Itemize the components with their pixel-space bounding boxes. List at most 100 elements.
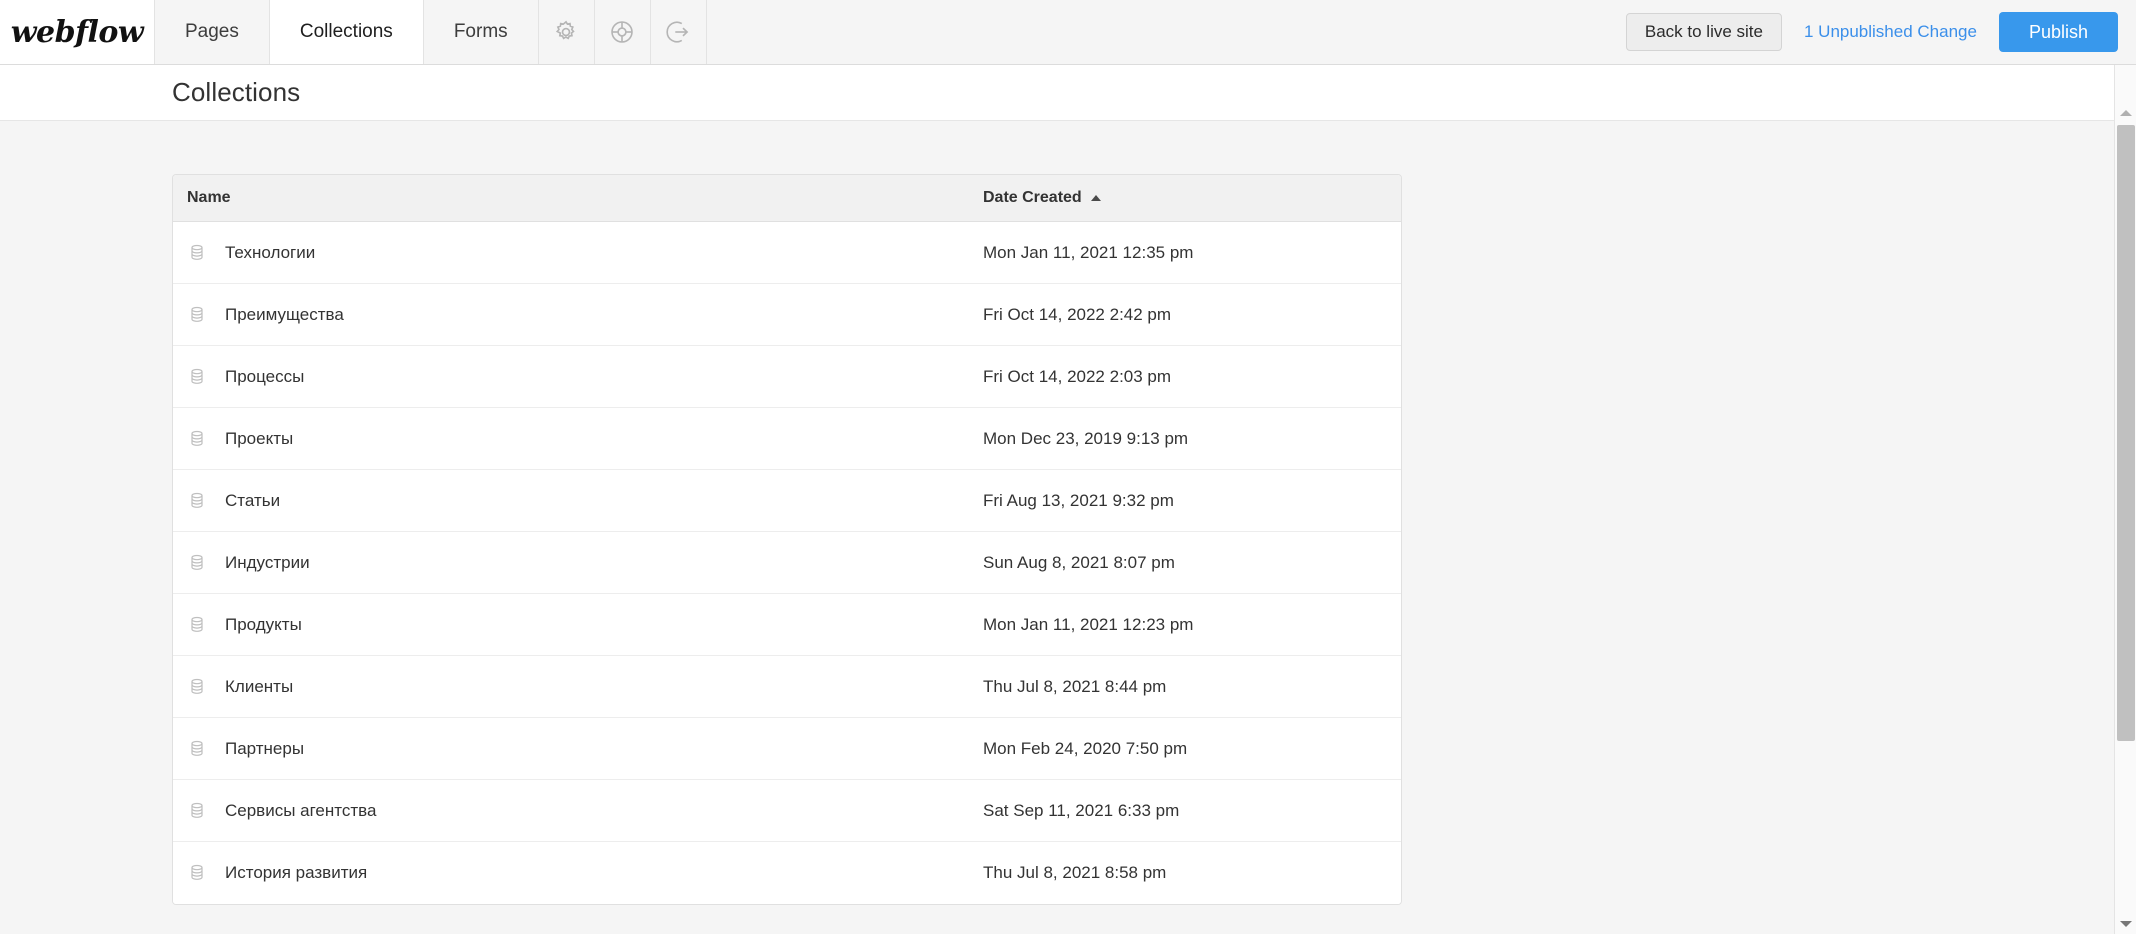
cell-date-created: Mon Jan 11, 2021 12:35 pm [983,243,1401,263]
collection-database-icon [191,306,203,322]
topbar-actions: Back to live site 1 Unpublished Change P… [1625,0,2136,64]
table-row[interactable]: Индустрии Sun Aug 8, 2021 8:07 pm [173,532,1401,594]
gear-icon [556,20,575,40]
settings-button[interactable] [538,0,595,64]
table-row[interactable]: Преимущества Fri Oct 14, 2022 2:42 pm [173,284,1401,346]
publish-label: Publish [2028,21,2088,42]
sort-ascending-icon [1090,195,1101,201]
table-row[interactable]: Продукты Mon Jan 11, 2021 12:23 pm [173,594,1401,656]
webflow-wordmark: webflow [10,14,144,50]
vertical-scrollbar[interactable] [2114,65,2136,934]
collection-name-label: Сервисы агентства [225,800,377,820]
date-created-label: Mon Dec 23, 2019 9:13 pm [983,428,1189,448]
tab-pages-label: Pages [185,21,239,42]
scrollbar-thumb[interactable] [2116,125,2135,741]
unpublished-changes-label: 1 Unpublished Change [1803,22,1977,41]
table-row[interactable]: Статьи Fri Aug 13, 2021 9:32 pm [173,470,1401,532]
life-ring-icon [611,21,633,43]
top-navigation-bar: webflow Pages Collections Forms Back to … [0,0,2136,65]
table-row[interactable]: Проекты Mon Dec 23, 2019 9:13 pm [173,408,1401,470]
back-to-live-site-label: Back to live site [1644,22,1763,41]
date-created-label: Thu Jul 8, 2021 8:58 pm [983,863,1167,882]
table-row[interactable]: Технологии Mon Jan 11, 2021 12:35 pm [173,222,1401,284]
collection-name-label: Технологии [225,242,316,262]
tab-forms[interactable]: Forms [423,0,539,64]
cell-date-created: Mon Dec 23, 2019 9:13 pm [983,429,1401,449]
collection-name-label: Проекты [225,428,294,448]
unpublished-changes-link[interactable]: 1 Unpublished Change [1804,22,1977,42]
column-header-date-created-label: Date Created [983,189,1082,206]
collection-name-label: Статьи [225,490,281,510]
date-created-label: Mon Jan 11, 2021 12:23 pm [983,614,1194,634]
cell-collection-name[interactable]: Продукты [173,615,983,635]
cell-date-created: Mon Feb 24, 2020 7:50 pm [983,739,1401,759]
open-site-button[interactable] [650,0,707,64]
column-header-name-label: Name [187,189,231,206]
cell-collection-name[interactable]: Процессы [173,367,983,387]
table-row[interactable]: История развития Thu Jul 8, 2021 8:58 pm [173,842,1401,904]
tab-collections-label: Collections [299,21,393,42]
scroll-up-button[interactable] [2115,103,2136,123]
cell-collection-name[interactable]: Технологии [173,243,983,263]
collection-name-label: Продукты [225,614,302,634]
cell-collection-name[interactable]: Статьи [173,491,983,511]
collection-database-icon [191,678,203,694]
cell-date-created: Fri Oct 14, 2022 2:03 pm [983,367,1401,387]
collection-database-icon [191,554,203,570]
cell-collection-name[interactable]: Партнеры [173,739,983,759]
cell-collection-name[interactable]: История развития [173,863,983,883]
collection-database-icon [191,430,203,446]
collection-database-icon [191,368,203,384]
collection-name-label: Процессы [225,366,305,386]
webflow-logo[interactable]: webflow [0,0,155,64]
collection-name-label: Клиенты [225,676,294,696]
date-created-label: Sat Sep 11, 2021 6:33 pm [983,800,1180,820]
date-created-label: Fri Oct 14, 2022 2:03 pm [983,366,1172,386]
table-header-row: Name Date Created [173,175,1401,222]
tab-pages[interactable]: Pages [155,0,270,64]
cell-date-created: Mon Jan 11, 2021 12:23 pm [983,615,1401,635]
tab-forms-label: Forms [453,21,508,42]
cell-collection-name[interactable]: Проекты [173,429,983,449]
cell-date-created: Fri Aug 13, 2021 9:32 pm [983,491,1401,511]
scroll-down-button[interactable] [2115,914,2136,934]
collection-database-icon [191,244,203,260]
help-button[interactable] [594,0,651,64]
column-header-name[interactable]: Name [173,189,983,207]
table-row[interactable]: Сервисы агентства Sat Sep 11, 2021 6:33 p… [173,780,1401,842]
scrollbar-track[interactable] [2115,123,2136,914]
collection-database-icon [191,492,203,508]
table-body: Технологии Mon Jan 11, 2021 12:35 pm Преим… [173,222,1401,904]
collection-database-icon [191,740,203,756]
page-header: Collections [0,65,2136,121]
chevron-down-icon [2119,921,2132,927]
page-title: Collections [172,77,301,107]
tab-collections[interactable]: Collections [269,0,424,64]
back-to-live-site-button[interactable]: Back to live site [1625,13,1782,51]
chevron-up-icon [2119,110,2132,116]
cell-collection-name[interactable]: Клиенты [173,677,983,697]
table-row[interactable]: Клиенты Thu Jul 8, 2021 8:44 pm [173,656,1401,718]
cell-date-created: Fri Oct 14, 2022 2:42 pm [983,305,1401,325]
cell-collection-name[interactable]: Сервисы агентства [173,801,983,821]
date-created-label: Fri Oct 14, 2022 2:42 pm [983,304,1172,324]
publish-button[interactable]: Publish [1998,12,2118,52]
cell-date-created: Sat Sep 11, 2021 6:33 pm [983,801,1401,821]
collection-name-label: Преимущества [225,304,344,324]
collections-table: Name Date Created Технологии Mon Jan 11, … [172,174,1402,905]
date-created-label: Sun Aug 8, 2021 8:07 pm [983,552,1175,572]
date-created-label: Mon Feb 24, 2020 7:50 pm [983,738,1188,758]
date-created-label: Thu Jul 8, 2021 8:44 pm [983,676,1167,696]
date-created-label: Fri Aug 13, 2021 9:32 pm [983,490,1174,510]
table-row[interactable]: Партнеры Mon Feb 24, 2020 7:50 pm [173,718,1401,780]
nav-tab-list: Pages Collections Forms [155,0,707,64]
column-header-date-created[interactable]: Date Created [983,189,1401,207]
circle-arrow-out-icon [666,21,689,43]
cell-date-created: Thu Jul 8, 2021 8:44 pm [983,677,1401,697]
collection-database-icon [191,802,203,818]
content-area: Name Date Created Технологии Mon Jan 11, … [0,121,2136,934]
cell-collection-name[interactable]: Индустрии [173,553,983,573]
cell-collection-name[interactable]: Преимущества [173,305,983,325]
table-row[interactable]: Процессы Fri Oct 14, 2022 2:03 pm [173,346,1401,408]
topbar-spacer [706,0,1626,64]
